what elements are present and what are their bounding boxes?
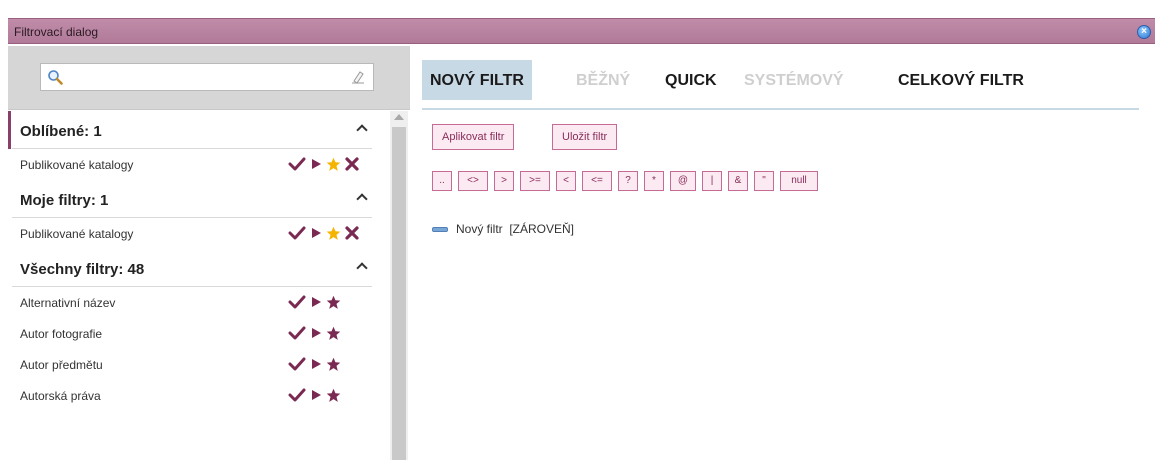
filter-tabs: NOVÝ FILTR BĚŽNÝ QUICK SYSTÉMOVÝ CELKOVÝ… <box>422 60 1139 110</box>
operator-button[interactable]: null <box>780 171 818 191</box>
filter-dialog: Filtrovací dialog × Oblíbené: 1 Publikov… <box>0 0 1155 460</box>
section-my-filters[interactable]: Moje filtry: 1 <box>12 180 372 218</box>
chevron-up-icon[interactable] <box>356 193 368 205</box>
play-icon[interactable] <box>310 326 322 340</box>
search-area <box>8 46 410 110</box>
save-filter-button[interactable]: Uložit filtr <box>552 124 618 150</box>
list-item[interactable]: Autor předmětu <box>12 349 372 380</box>
check-icon[interactable] <box>288 294 306 310</box>
scroll-up-icon[interactable] <box>394 114 404 120</box>
star-icon[interactable] <box>326 388 341 403</box>
tab-common: BĚŽNÝ <box>576 72 631 89</box>
list-item[interactable]: Publikované katalogy <box>12 149 372 180</box>
operator-button[interactable]: <= <box>582 171 612 191</box>
operator-button[interactable]: * <box>644 171 664 191</box>
list-scrollbar[interactable] <box>390 111 408 460</box>
section-all-filters[interactable]: Všechny filtry: 48 <box>12 249 372 287</box>
list-item-label: Autor fotografie <box>20 327 103 341</box>
chevron-up-icon[interactable] <box>356 262 368 274</box>
star-icon[interactable] <box>326 226 341 241</box>
list-item-label: Publikované katalogy <box>20 227 134 241</box>
list-item-label: Alternativní název <box>20 296 116 310</box>
list-item-label: Autor předmětu <box>20 358 103 372</box>
play-icon[interactable] <box>310 388 322 402</box>
filter-list-panel: Oblíbené: 1 Publikované katalogy Moje fi… <box>8 46 410 460</box>
section-my-filters-label: Moje filtry: 1 <box>20 192 109 209</box>
search-input[interactable] <box>67 68 337 86</box>
operator-button[interactable]: < <box>556 171 576 191</box>
operator-button[interactable]: & <box>728 171 748 191</box>
list-item[interactable]: Alternativní název <box>12 287 372 318</box>
operator-button[interactable]: @ <box>670 171 696 191</box>
filter-tree-node-operator[interactable]: [ZÁROVEŇ] <box>509 222 574 236</box>
section-favorites[interactable]: Oblíbené: 1 <box>8 111 372 149</box>
star-icon[interactable] <box>326 357 341 372</box>
row-actions <box>288 356 341 372</box>
tab-system: SYSTÉMOVÝ <box>744 72 844 89</box>
operator-button[interactable]: ? <box>618 171 638 191</box>
section-all-filters-label: Všechny filtry: 48 <box>20 261 145 278</box>
tab-total-filter[interactable]: CELKOVÝ FILTR <box>890 60 1032 100</box>
check-icon[interactable] <box>288 356 306 372</box>
list-item[interactable]: Autor fotografie <box>12 318 372 349</box>
row-actions <box>288 225 359 241</box>
play-icon[interactable] <box>310 226 322 240</box>
check-icon[interactable] <box>288 325 306 341</box>
dialog-title: Filtrovací dialog <box>14 25 99 39</box>
play-icon[interactable] <box>310 357 322 371</box>
close-icon[interactable]: × <box>1137 25 1151 39</box>
operator-button[interactable]: >= <box>520 171 550 191</box>
scrollbar-thumb[interactable] <box>392 127 406 460</box>
section-favorites-label: Oblíbené: 1 <box>20 123 102 140</box>
row-actions <box>288 294 341 310</box>
dialog-titlebar[interactable]: Filtrovací dialog × <box>8 18 1155 44</box>
star-icon[interactable] <box>326 326 341 341</box>
row-actions <box>288 325 341 341</box>
check-icon[interactable] <box>288 225 306 241</box>
tab-new-filter[interactable]: NOVÝ FILTR <box>422 60 532 100</box>
operator-button[interactable]: > <box>494 171 514 191</box>
apply-filter-button[interactable]: Aplikovat filtr <box>432 124 515 150</box>
filter-list: Oblíbené: 1 Publikované katalogy Moje fi… <box>8 111 388 460</box>
delete-icon[interactable] <box>345 226 359 240</box>
list-item-label: Autorská práva <box>20 389 101 403</box>
row-actions <box>288 387 341 403</box>
eraser-icon[interactable] <box>351 70 365 84</box>
tab-quick[interactable]: QUICK <box>657 60 725 100</box>
list-item[interactable]: Autorská práva <box>12 380 372 411</box>
active-section-marker <box>8 111 11 149</box>
row-actions <box>288 156 359 172</box>
filter-tree-node-label: Nový filtr <box>456 222 503 236</box>
star-icon[interactable] <box>326 295 341 310</box>
list-item[interactable]: Publikované katalogy <box>12 218 372 249</box>
delete-icon[interactable] <box>345 157 359 171</box>
play-icon[interactable] <box>310 295 322 309</box>
filter-editor-panel: NOVÝ FILTR BĚŽNÝ QUICK SYSTÉMOVÝ CELKOVÝ… <box>422 60 1147 460</box>
check-icon[interactable] <box>288 156 306 172</box>
check-icon[interactable] <box>288 387 306 403</box>
filter-tree-node[interactable]: Nový filtr [ZÁROVEŇ] <box>456 222 574 236</box>
minus-icon[interactable] <box>432 227 448 232</box>
chevron-up-icon[interactable] <box>356 124 368 136</box>
search-icon <box>48 70 63 85</box>
operator-button[interactable]: | <box>702 171 722 191</box>
list-item-label: Publikované katalogy <box>20 158 134 172</box>
search-box[interactable] <box>40 63 374 91</box>
star-icon[interactable] <box>326 157 341 172</box>
operator-button[interactable]: <> <box>458 171 488 191</box>
play-icon[interactable] <box>310 157 322 171</box>
operator-button[interactable]: " <box>754 171 774 191</box>
operator-button[interactable]: .. <box>432 171 452 191</box>
